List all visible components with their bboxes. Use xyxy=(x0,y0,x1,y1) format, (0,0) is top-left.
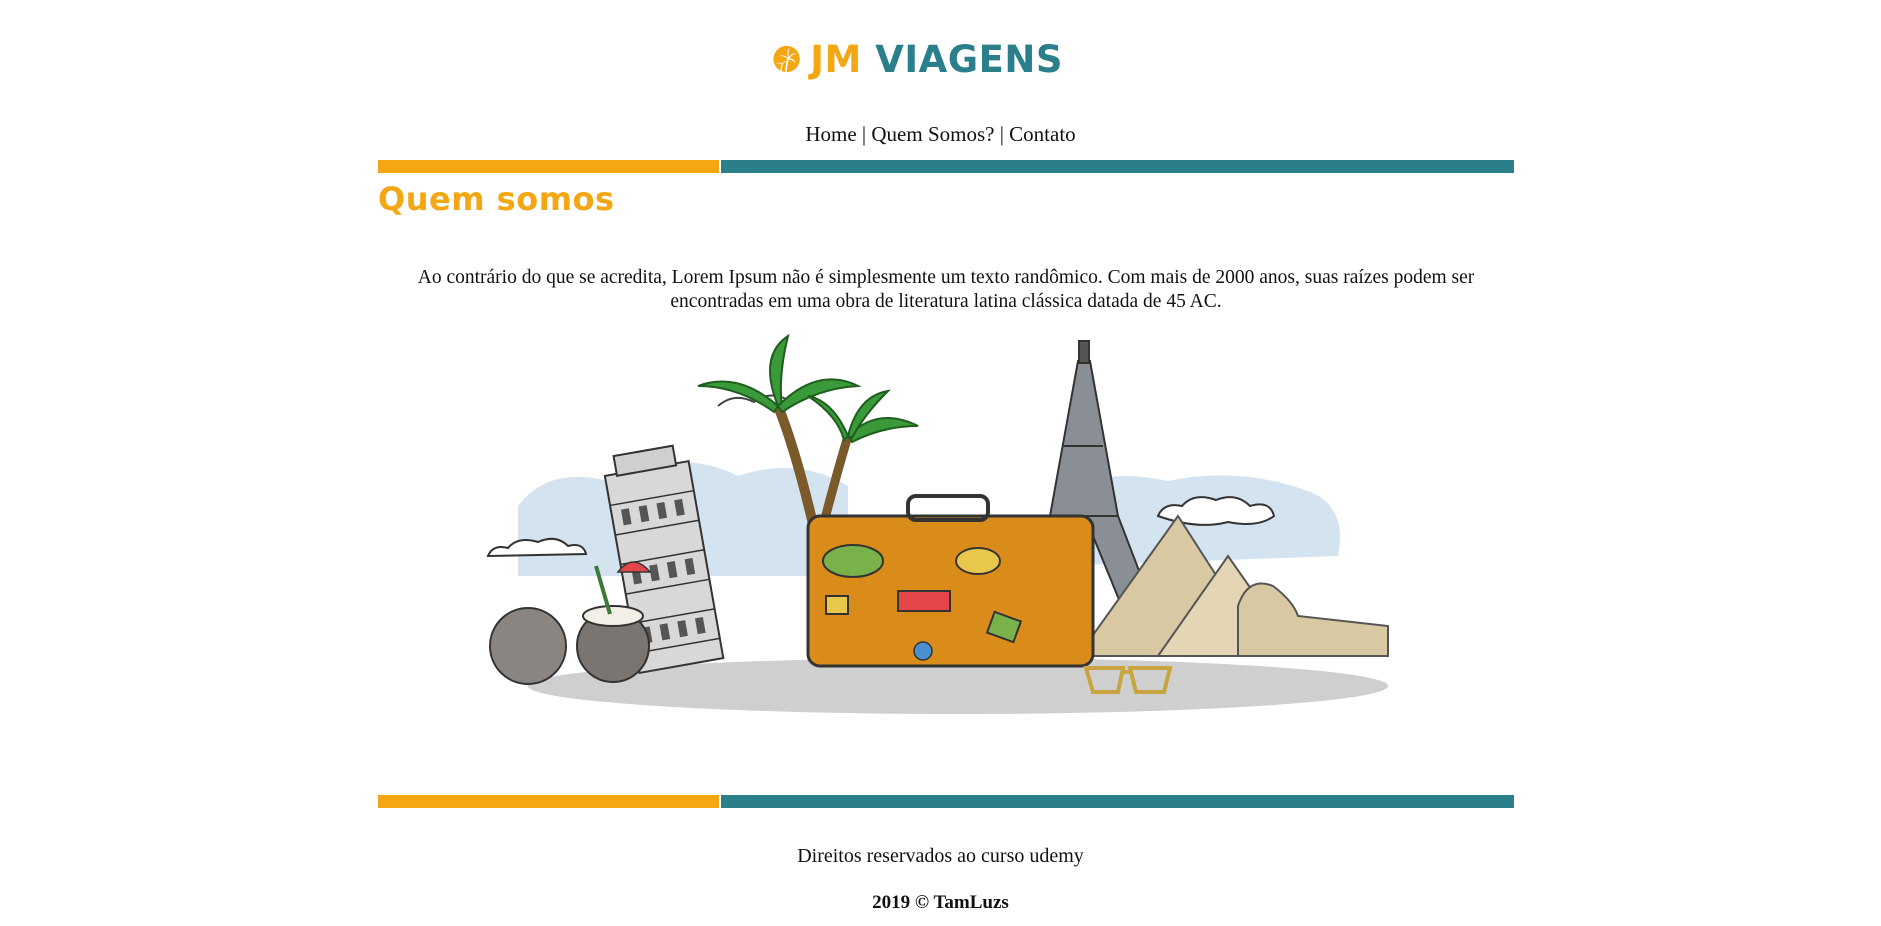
logo-text-jm: JM xyxy=(810,37,862,81)
nav-link-quem-somos[interactable]: Quem Somos? xyxy=(871,122,994,146)
footer-text: Direitos reservados ao curso udemy xyxy=(797,845,1084,867)
nav-link-home[interactable]: Home xyxy=(805,122,856,146)
page-title: Quem somos xyxy=(378,180,615,218)
logo-text: JM VIAGENS xyxy=(810,38,1063,81)
logo-text-viagens: VIAGENS xyxy=(875,37,1063,81)
nav-link-contato[interactable]: Contato xyxy=(1009,122,1076,146)
logo[interactable]: JM VIAGENS xyxy=(773,26,1063,92)
nav-separator: | xyxy=(861,122,867,146)
intro-paragraph: Ao contrário do que se acredita, Lorem I… xyxy=(417,267,1475,312)
header-divider xyxy=(378,160,1514,173)
travel-landmarks-illustration xyxy=(486,333,1389,714)
main-nav: Home | Quem Somos? | Contato xyxy=(0,122,1881,147)
palm-sun-icon xyxy=(773,45,800,73)
nav-separator: | xyxy=(999,122,1004,146)
footer-divider xyxy=(378,795,1514,808)
footer-copyright: 2019 © TamLuzs xyxy=(872,892,1009,913)
